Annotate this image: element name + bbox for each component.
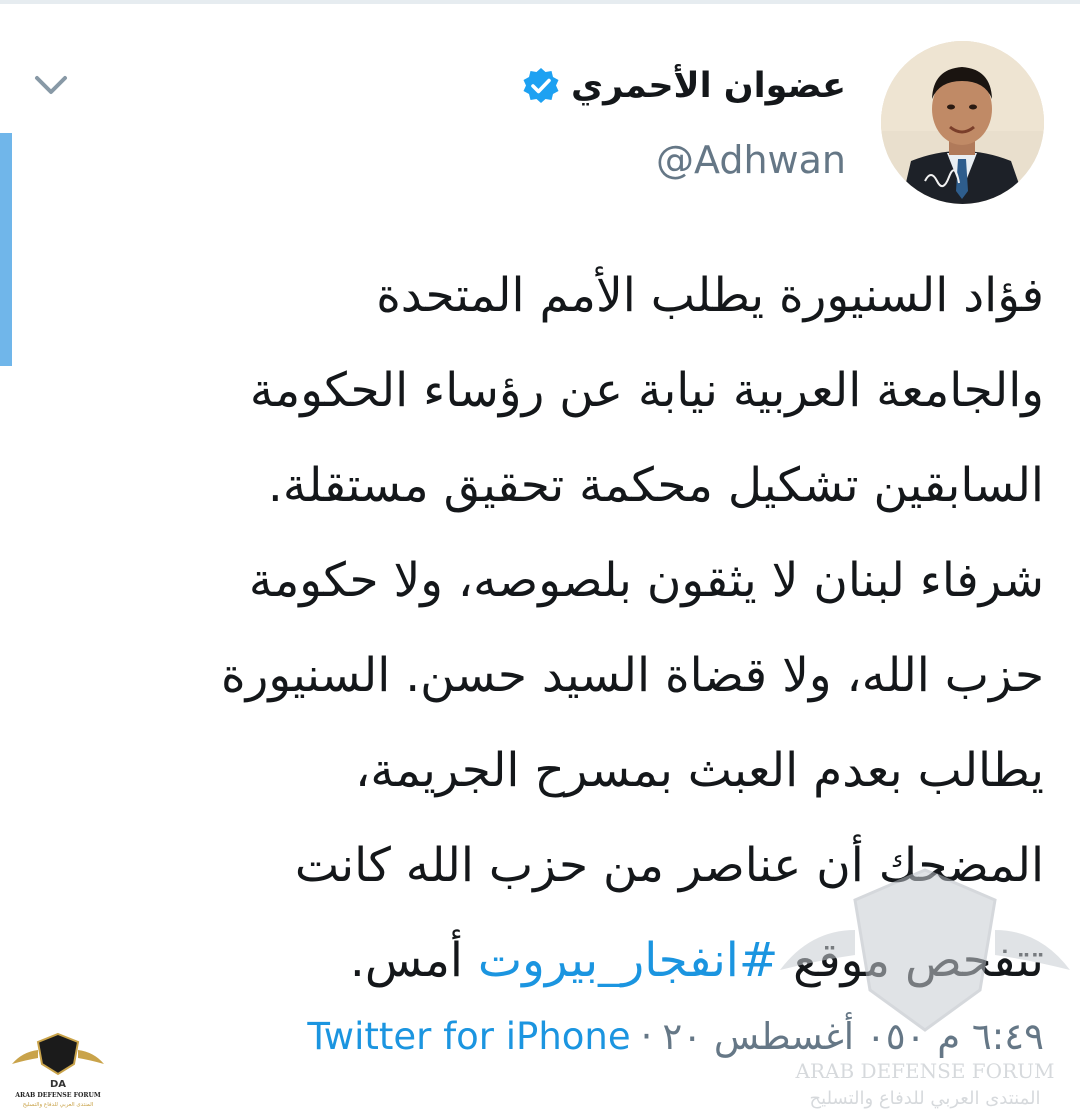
author-handle[interactable]: @Adhwan: [656, 138, 846, 182]
top-divider: [0, 0, 1080, 4]
tweet-line: فؤاد السنيورة يطلب الأمم المتحدة: [376, 268, 1044, 323]
watermark-text-en: ARAB DEFENSE FORUM: [14, 1092, 101, 1099]
watermark-text-ar: المنتدى العربي للدفاع والتسليح: [810, 1088, 1041, 1109]
tweet-line: يطالب بعدم العبث بمسرح الجريمة،: [355, 743, 1044, 798]
tweet-line: والجامعة العربية نيابة عن رؤساء الحكومة: [249, 363, 1044, 418]
display-name[interactable]: عضوان الأحمري: [571, 66, 846, 106]
forum-logo-watermark: DA ARAB DEFENSE FORUM المنتدى العربي للد…: [12, 1032, 104, 1108]
tweet-text-segment: أمس.: [349, 933, 478, 988]
source-link[interactable]: Twitter for iPhone: [307, 1015, 630, 1058]
verified-badge-icon: [523, 68, 559, 103]
logo-letters: DA: [50, 1079, 66, 1090]
tweet-line: شرفاء لبنان لا يثقون بلصوصه، ولا حكومة: [248, 553, 1044, 608]
meta-separator: ·: [640, 1015, 653, 1058]
hashtag-link[interactable]: #انفجار_بيروت: [478, 933, 778, 988]
watermark-text-en: ARAB DEFENSE FORUM: [795, 1059, 1055, 1083]
tweet-line: حزب الله، ولا قضاة السيد حسن. السنيورة: [221, 648, 1044, 703]
scroll-indicator[interactable]: [0, 133, 12, 366]
avatar[interactable]: [881, 41, 1044, 204]
chevron-down-icon[interactable]: [33, 70, 69, 100]
author-name-row[interactable]: عضوان الأحمري: [521, 56, 846, 116]
forum-watermark-large: ARAB DEFENSE FORUM المنتدى العربي للدفاع…: [780, 868, 1070, 1109]
watermark-text-ar: المنتدى العربي للدفاع والتسليح: [23, 1102, 94, 1108]
tweet-line: السابقين تشكيل محكمة تحقيق مستقلة.: [267, 458, 1044, 513]
